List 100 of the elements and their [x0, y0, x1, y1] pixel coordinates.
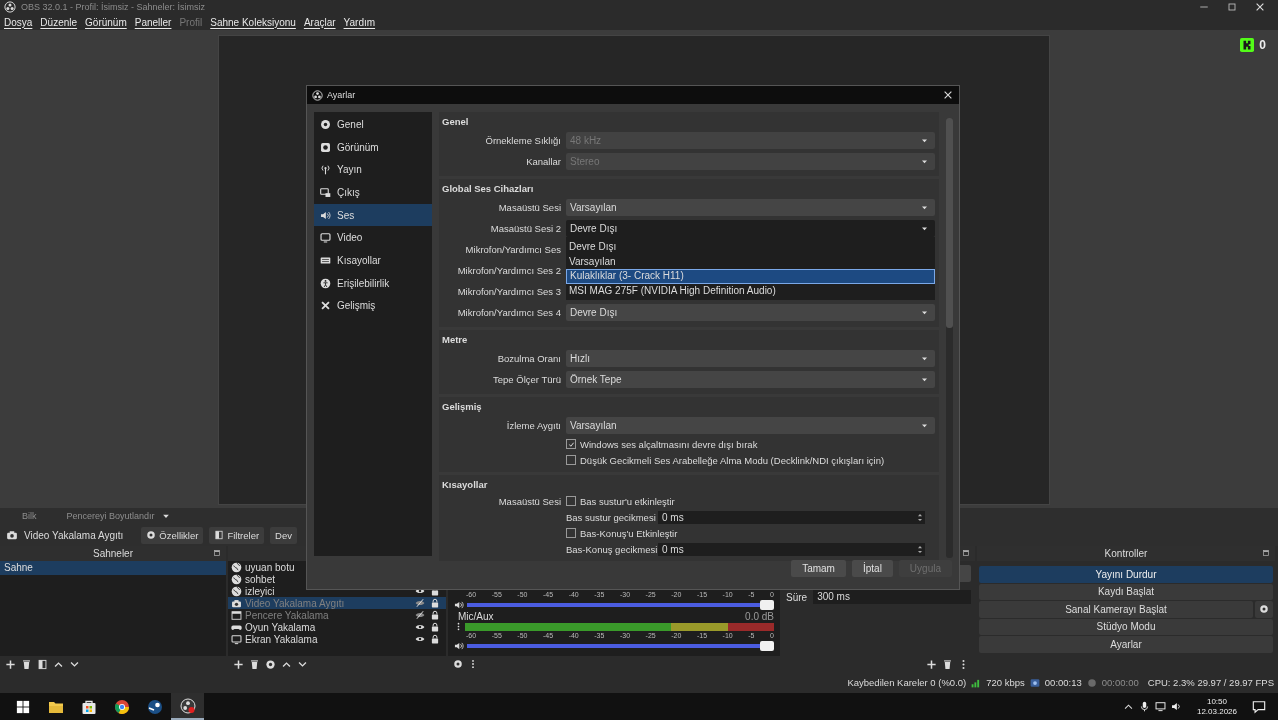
number-field[interactable]: 300 ms: [813, 590, 971, 604]
menu-item[interactable]: Araçlar: [303, 16, 336, 28]
dropdown[interactable]: Varsayılan: [566, 199, 935, 216]
clock-date[interactable]: 12.03.2026: [1196, 706, 1237, 717]
number-field[interactable]: 0 ms: [658, 510, 925, 524]
trash-icon[interactable]: [249, 658, 260, 670]
app-logo-icon: [312, 89, 323, 101]
sidebar-item[interactable]: Video: [314, 226, 432, 250]
sidebar-item[interactable]: Yayın: [314, 158, 432, 182]
dropdown[interactable]: Örnek Tepe: [566, 371, 935, 388]
control-button[interactable]: Sanal Kamerayı Başlat: [979, 601, 1253, 618]
notification-icon[interactable]: [1252, 699, 1266, 714]
dropdown[interactable]: Hızlı: [566, 350, 935, 367]
accessibility-icon: [320, 277, 331, 289]
undock-icon[interactable]: [962, 549, 970, 557]
dropdown[interactable]: Devre Dışı: [566, 220, 935, 237]
clock-time[interactable]: 10:50: [1206, 696, 1227, 707]
eye-icon[interactable]: [415, 622, 425, 632]
eye-crossed-icon[interactable]: [415, 598, 425, 608]
dropdown-option[interactable]: Varsayılan: [566, 254, 935, 269]
chevron-up-icon[interactable]: [1122, 701, 1134, 712]
dropdown[interactable]: Devre Dışı: [566, 304, 935, 321]
dropdown-option[interactable]: Devre Dışı: [566, 240, 935, 255]
checkbox[interactable]: [566, 439, 576, 449]
control-button[interactable]: Yayını Durdur: [979, 566, 1273, 583]
sidebar-item[interactable]: Çıkış: [314, 181, 432, 204]
lock-icon[interactable]: [430, 634, 440, 644]
dialog-button[interactable]: Tamam: [791, 560, 846, 577]
scene-item[interactable]: Sahne: [0, 561, 226, 575]
sidebar-item[interactable]: Kısayollar: [314, 249, 432, 272]
plus-icon[interactable]: [926, 658, 937, 670]
settings-icon[interactable]: [265, 658, 276, 670]
app-logo-icon[interactable]: [179, 697, 196, 714]
dialog-button[interactable]: İptal: [851, 560, 893, 577]
trash-icon[interactable]: [21, 658, 32, 670]
source-row[interactable]: Ekran Yakalama: [228, 633, 446, 645]
source-row[interactable]: Pencere Yakalama: [228, 609, 446, 621]
speaker-icon[interactable]: [454, 600, 464, 610]
control-button[interactable]: Stüdyo Modu: [979, 618, 1273, 635]
start-icon[interactable]: [15, 699, 30, 714]
store-icon[interactable]: [80, 698, 97, 715]
microphone-icon[interactable]: [1138, 701, 1150, 712]
volume-slider[interactable]: [467, 641, 774, 651]
slider-thumb[interactable]: [760, 600, 774, 610]
checkbox[interactable]: [566, 455, 576, 465]
toolbar-button[interactable]: Özellikler: [141, 526, 204, 544]
lock-icon[interactable]: [430, 622, 440, 632]
filter-icon[interactable]: [37, 658, 48, 670]
scrollbar-thumb[interactable]: [946, 118, 953, 328]
dropdown-option[interactable]: MSI MAG 275F (NVIDIA High Definition Audio): [566, 283, 935, 298]
source-name: uyuan botu: [245, 561, 296, 573]
control-button[interactable]: Kaydı Başlat: [979, 583, 1273, 600]
sidebar-item[interactable]: Gelişmiş: [314, 294, 432, 318]
checkbox[interactable]: [566, 528, 576, 538]
volume-slider[interactable]: [467, 600, 774, 610]
settings-icon: [1259, 604, 1269, 615]
sidebar-item[interactable]: Genel: [314, 113, 432, 136]
menu-item[interactable]: Sahne Koleksiyonu: [210, 16, 296, 28]
sidebar-item[interactable]: Erişilebilirlik: [314, 271, 432, 295]
checkbox[interactable]: [566, 496, 576, 506]
scrollbar[interactable]: [946, 118, 953, 558]
eye-crossed-icon[interactable]: [415, 610, 425, 620]
app-icon[interactable]: [146, 698, 163, 715]
undock-icon[interactable]: [213, 549, 221, 557]
toolbar-button[interactable]: Dev: [270, 526, 297, 544]
menu-item[interactable]: Düzenle: [40, 16, 78, 28]
menu-item[interactable]: Paneller: [134, 16, 172, 28]
speaker-icon[interactable]: [454, 641, 464, 651]
toolbar-button[interactable]: Filtreler: [209, 526, 265, 544]
lock-icon[interactable]: [430, 598, 440, 608]
settings-icon[interactable]: [453, 659, 463, 669]
control-button[interactable]: Ayarlar: [979, 636, 1273, 653]
sidebar-item[interactable]: Ses: [314, 203, 432, 227]
app-logo-icon: [4, 1, 16, 13]
source-name: Video Yakalama Aygıtı: [245, 597, 346, 609]
maximize-icon[interactable]: [1226, 1, 1238, 13]
volume-icon[interactable]: [1170, 701, 1182, 712]
plus-icon[interactable]: [233, 658, 244, 670]
trash-icon[interactable]: [942, 658, 953, 670]
network-icon[interactable]: [1154, 701, 1166, 712]
field-label: Kanallar: [526, 156, 561, 167]
lock-icon[interactable]: [430, 610, 440, 620]
menu-item[interactable]: Görünüm: [85, 16, 127, 28]
number-field[interactable]: 0 ms: [658, 542, 925, 556]
close-icon[interactable]: [942, 89, 954, 101]
undock-icon[interactable]: [1262, 549, 1270, 557]
source-row[interactable]: Oyun Yakalama: [228, 621, 446, 633]
sidebar-item[interactable]: Görünüm: [314, 135, 432, 159]
eye-icon[interactable]: [415, 634, 425, 644]
dropdown[interactable]: Varsayılan: [566, 417, 935, 434]
monitor-icon: [320, 232, 331, 244]
settings-button[interactable]: [1255, 601, 1273, 618]
menu-item[interactable]: Dosya: [4, 16, 33, 28]
slider-thumb[interactable]: [760, 641, 774, 651]
dropdown-option[interactable]: Kulaklıklar (3- Crack H11): [566, 269, 935, 284]
browser-icon[interactable]: [113, 698, 130, 715]
menu-item[interactable]: Yardım: [343, 16, 376, 28]
plus-icon[interactable]: [5, 658, 16, 670]
source-name: izleyici: [245, 585, 276, 597]
close-icon[interactable]: [1254, 1, 1266, 13]
